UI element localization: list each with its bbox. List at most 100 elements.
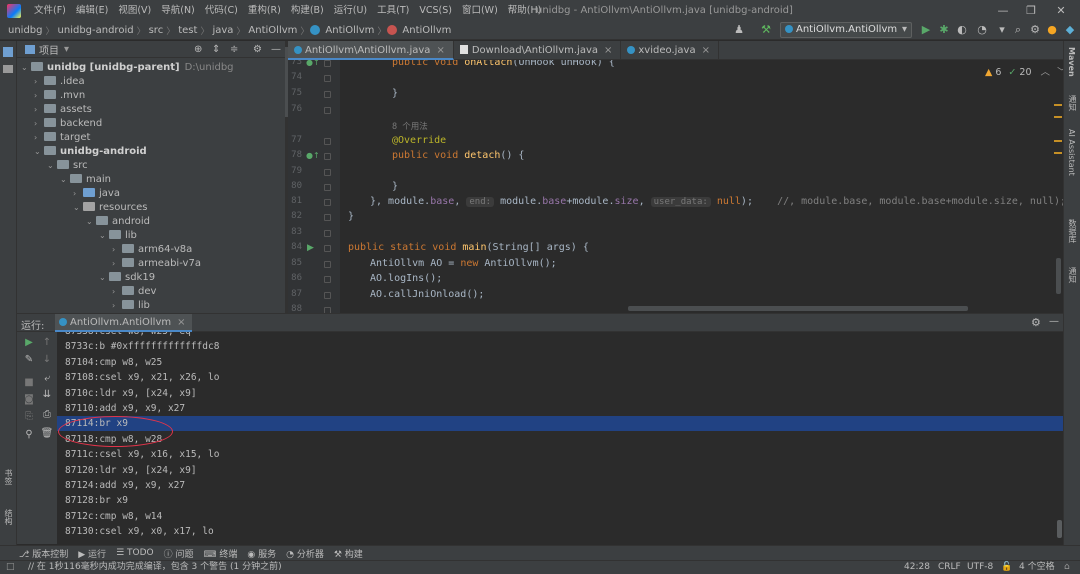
chevron-down-icon[interactable]: ⌄ — [73, 201, 83, 215]
locate-icon[interactable]: ⊕ — [194, 44, 202, 55]
fold-icon[interactable] — [324, 214, 331, 221]
chevron-down-icon[interactable]: ⌄ — [99, 229, 109, 243]
chevron-right-icon[interactable]: › — [112, 299, 122, 313]
chevron-right-icon[interactable]: › — [112, 285, 122, 299]
collapse-all-icon[interactable]: ⇕ — [212, 44, 220, 55]
console-line[interactable]: 87120:ldr x9, [x24, x9] — [65, 465, 197, 476]
lock-icon[interactable]: ⌂ — [1064, 561, 1070, 574]
error-stripe-mark[interactable] — [1054, 152, 1062, 154]
horizontal-scrollbar[interactable] — [628, 306, 968, 311]
console-line[interactable]: 87104:cmp w8, w25 — [65, 357, 162, 368]
trash-icon[interactable]: 🗑 — [40, 427, 54, 441]
caret-position[interactable]: 42:28 — [904, 561, 930, 574]
profile-icon[interactable]: ◔ — [974, 22, 990, 38]
line-separator[interactable]: CRLF — [938, 561, 961, 574]
project-tool-icon[interactable] — [3, 47, 13, 57]
chevron-right-icon[interactable]: › — [34, 103, 44, 117]
menu-edit[interactable]: 编辑(E) — [71, 0, 113, 21]
console-line[interactable]: 8733c:b #0xfffffffffffffdc8 — [65, 341, 219, 352]
gear-icon[interactable]: ⚙ — [253, 44, 262, 55]
breadcrumb-item[interactable]: unidbg — [6, 25, 45, 36]
readonly-icon[interactable]: 🔓 — [1001, 561, 1012, 574]
usages-hint[interactable]: 8 个用法 — [392, 120, 428, 132]
tree-item[interactable]: › arm64-v8a — [112, 243, 192, 257]
tab-xvideo[interactable]: xvideo.java × — [621, 41, 719, 60]
error-stripe-mark[interactable] — [1054, 140, 1062, 142]
console-line[interactable]: 8712c:cmp w8, w14 — [65, 511, 162, 522]
error-stripe-mark[interactable] — [1054, 116, 1062, 118]
tree-item[interactable]: › target — [34, 131, 90, 145]
gear-icon[interactable]: ⚙ — [1031, 316, 1041, 329]
ai-icon[interactable]: ◆ — [1062, 22, 1078, 38]
override-gutter-icon[interactable]: ●↑ — [306, 151, 320, 160]
notifications-tool-label[interactable]: 通知 — [1067, 95, 1078, 111]
console-line[interactable]: 87338:csel w8, w25, eq — [65, 332, 191, 337]
build-hammer-icon[interactable]: ⚒ — [758, 22, 774, 38]
tree-item[interactable]: › dev — [112, 285, 156, 299]
database-tool-label[interactable]: 数据库 — [1067, 219, 1078, 243]
close-icon[interactable]: × — [604, 45, 612, 56]
console-line[interactable]: 87108:csel x9, x21, x26, lo — [65, 372, 219, 383]
chevron-right-icon[interactable]: › — [73, 187, 83, 201]
hide-icon[interactable]: — — [271, 44, 281, 55]
fold-icon[interactable] — [324, 230, 331, 237]
stop-icon[interactable]: ▾ — [994, 22, 1010, 38]
menu-file[interactable]: 文件(F) — [29, 0, 71, 21]
vertical-scrollbar[interactable] — [1056, 258, 1061, 294]
tab-services[interactable]: ◉ 服务 — [242, 547, 281, 560]
run-tab[interactable]: AntiOllvm.AntiOllvm × — [55, 314, 192, 332]
fold-icon[interactable] — [324, 138, 331, 145]
camera-icon[interactable]: ◙ — [22, 393, 36, 407]
debug-icon[interactable]: ✱ — [936, 22, 952, 38]
inspection-widget[interactable]: ▲ 6 ✓ 20 ︿ ﹀ — [985, 64, 1063, 78]
fold-icon[interactable] — [324, 91, 331, 98]
close-window-button[interactable]: ✕ — [1046, 0, 1076, 21]
tree-item[interactable]: ⌄ unidbg [unidbg-parent] D:\unidbg — [21, 61, 234, 75]
file-encoding[interactable]: UTF-8 — [967, 561, 993, 574]
menu-build[interactable]: 构建(B) — [286, 0, 329, 21]
breadcrumb-item[interactable]: AntiOllvm — [400, 25, 453, 36]
tree-item[interactable]: ⌄ sdk19 — [99, 271, 155, 285]
fold-icon[interactable] — [324, 75, 331, 82]
maven-tool-label[interactable]: Maven — [1067, 47, 1076, 77]
close-icon[interactable]: × — [702, 45, 710, 56]
arrow-up-icon[interactable]: ↑ — [40, 336, 54, 350]
chevron-right-icon[interactable]: › — [34, 117, 44, 131]
console-line[interactable]: 87110:add x9, x9, x27 — [65, 403, 185, 414]
stop-icon[interactable]: ■ — [22, 376, 36, 390]
console-line[interactable]: 87130:csel x9, x0, x17, lo — [65, 526, 214, 537]
status-icon[interactable]: □ — [6, 561, 15, 574]
fold-icon[interactable] — [324, 199, 331, 206]
tree-item[interactable]: ⌄ lib — [99, 229, 137, 243]
bookmarks-tool-label[interactable]: 书签 — [3, 469, 14, 485]
tree-item[interactable]: › armeabi-v7a — [112, 257, 201, 271]
close-icon[interactable]: × — [177, 317, 185, 328]
chevron-up-icon[interactable]: ︿ — [1041, 67, 1051, 78]
chevron-right-icon[interactable]: › — [34, 131, 44, 145]
tree-item[interactable]: ⌄ resources — [73, 201, 147, 215]
structure-tool-label[interactable]: 结构 — [3, 509, 14, 525]
chevron-down-icon[interactable]: ⌄ — [34, 145, 44, 159]
fold-icon[interactable] — [324, 261, 331, 268]
breadcrumb-item[interactable]: src — [147, 25, 166, 36]
tree-item[interactable]: › assets — [34, 103, 92, 117]
scroll-end-icon[interactable]: ⇊ — [40, 388, 54, 402]
fold-icon[interactable] — [324, 153, 331, 160]
print-icon[interactable]: ⎙ — [40, 408, 54, 422]
tab-profiler[interactable]: ◔ 分析器 — [281, 547, 329, 560]
rerun-icon[interactable]: ▶ — [22, 336, 36, 350]
chevron-right-icon[interactable]: › — [112, 257, 122, 271]
tree-item[interactable]: › lib — [112, 299, 150, 313]
menu-window[interactable]: 窗口(W) — [457, 0, 503, 21]
tree-item[interactable]: › .idea — [34, 75, 85, 89]
settings-icon[interactable]: ⚙ — [1027, 22, 1043, 38]
tree-item[interactable]: ⌄ src — [47, 159, 88, 173]
console-line[interactable]: 87128:br x9 — [65, 495, 128, 506]
restore-layout-icon[interactable]: ⎘ — [22, 410, 36, 424]
code-editor[interactable]: 73 74 75 76 77 78 79 80 81 82 83 84 85 86 87 88 ▲ 6 ✓ 2… — [288, 60, 1063, 313]
soft-wrap-icon[interactable]: ⤶ — [40, 372, 54, 386]
pin-icon[interactable]: ⚲ — [22, 428, 36, 442]
fold-icon[interactable] — [324, 292, 331, 299]
tree-item[interactable]: ⌄ android — [86, 215, 150, 229]
ai-assistant-tool-label[interactable]: AI Assistant — [1067, 129, 1076, 176]
